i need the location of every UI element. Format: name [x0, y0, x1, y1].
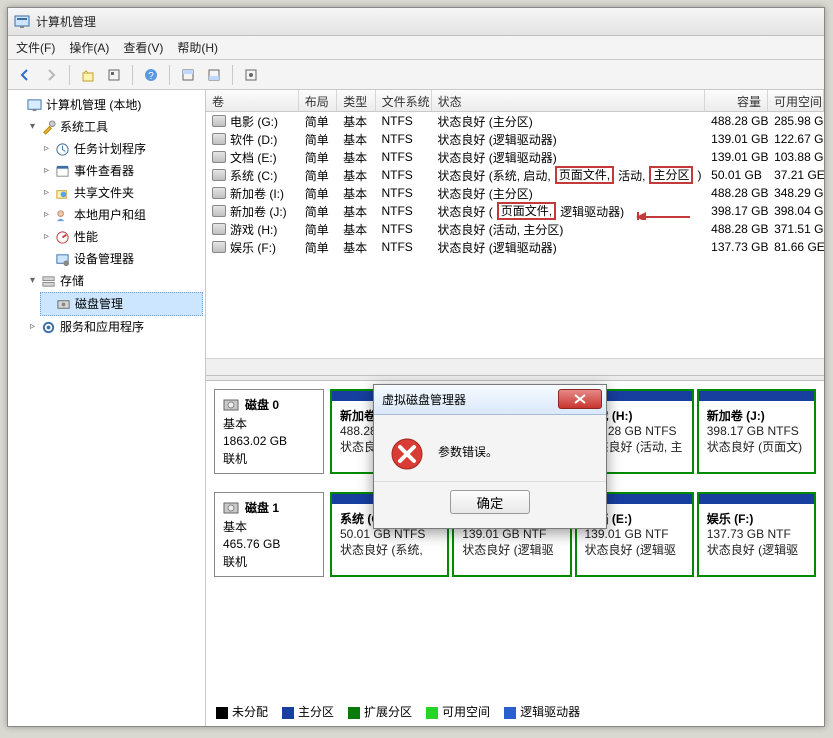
volume-row[interactable]: 娱乐 (F:)简单基本NTFS状态良好 (逻辑驱动器)137.73 GB81.6…: [206, 238, 824, 256]
volume-row[interactable]: 新加卷 (J:)简单基本NTFS状态良好 (页面文件, 逻辑驱动器)398.17…: [206, 202, 824, 220]
volume-icon: [212, 187, 226, 199]
window-title: 计算机管理: [36, 13, 96, 30]
legend-unallocated: 未分配: [232, 705, 268, 719]
legend: 未分配 主分区 扩展分区 可用空间 逻辑驱动器: [216, 703, 580, 720]
view-bottom-button[interactable]: [203, 64, 225, 86]
disk-icon: [223, 398, 239, 412]
dialog-message: 参数错误。: [438, 437, 498, 460]
menu-help[interactable]: 帮助(H): [177, 39, 218, 56]
up-button[interactable]: [77, 64, 99, 86]
close-icon: [573, 394, 587, 404]
col-capacity[interactable]: 容量: [705, 90, 768, 111]
properties-button[interactable]: [103, 64, 125, 86]
highlighted-status: 主分区: [649, 166, 693, 184]
volume-row[interactable]: 电影 (G:)简单基本NTFS状态良好 (主分区)488.28 GB285.98…: [206, 112, 824, 130]
highlighted-status: 页面文件,: [497, 202, 556, 220]
menu-bar: 文件(F) 操作(A) 查看(V) 帮助(H): [8, 36, 824, 60]
volume-list-header: 卷 布局 类型 文件系统 状态 容量 可用空间: [206, 90, 824, 112]
app-icon: [14, 14, 30, 30]
volume-row[interactable]: 系统 (C:)简单基本NTFS状态良好 (系统, 启动, 页面文件, 活动, 主…: [206, 166, 824, 184]
partition[interactable]: 新加卷 (J:)398.17 GB NTFS状态良好 (页面文): [697, 389, 816, 474]
menu-view[interactable]: 查看(V): [123, 39, 163, 56]
volume-row[interactable]: 文档 (E:)简单基本NTFS状态良好 (逻辑驱动器)139.01 GB103.…: [206, 148, 824, 166]
volume-row[interactable]: 软件 (D:)简单基本NTFS状态良好 (逻辑驱动器)139.01 GB122.…: [206, 130, 824, 148]
tree-root[interactable]: 计算机管理 (本地): [46, 95, 141, 115]
tree-diskmgmt[interactable]: 磁盘管理: [75, 294, 123, 314]
tree-scheduler[interactable]: 任务计划程序: [74, 139, 146, 159]
col-free[interactable]: 可用空间: [768, 90, 824, 111]
dialog-close-button[interactable]: [558, 389, 602, 409]
volume-icon: [212, 133, 226, 145]
dialog-titlebar: 虚拟磁盘管理器: [374, 385, 606, 415]
menu-action[interactable]: 操作(A): [69, 39, 109, 56]
tree-services[interactable]: 服务和应用程序: [60, 317, 144, 337]
volume-icon: [212, 223, 226, 235]
devmgr-icon: [55, 252, 70, 267]
tools-icon: [41, 120, 56, 135]
col-layout[interactable]: 布局: [299, 90, 337, 111]
tree-system-tools[interactable]: 系统工具: [60, 117, 108, 137]
back-button[interactable]: [14, 64, 36, 86]
legend-primary: 主分区: [298, 705, 334, 719]
list-scrollbar[interactable]: [206, 358, 824, 375]
volume-icon: [212, 169, 226, 181]
view-top-button[interactable]: [177, 64, 199, 86]
disk-info[interactable]: 磁盘 0基本1863.02 GB联机: [214, 389, 324, 474]
annotation-arrow-icon: [628, 209, 698, 220]
volume-list[interactable]: 电影 (G:)简单基本NTFS状态良好 (主分区)488.28 GB285.98…: [206, 112, 824, 358]
legend-logical: 逻辑驱动器: [520, 705, 580, 719]
volume-icon: [212, 151, 226, 163]
col-filesystem[interactable]: 文件系统: [376, 90, 432, 111]
col-type[interactable]: 类型: [337, 90, 375, 111]
computer-icon: [27, 98, 42, 113]
col-volume[interactable]: 卷: [206, 90, 299, 111]
error-dialog: 虚拟磁盘管理器 参数错误。 确定: [373, 384, 607, 529]
tree-devmgr[interactable]: 设备管理器: [74, 249, 134, 269]
svg-text:?: ?: [148, 71, 154, 82]
volume-icon: [212, 115, 226, 127]
services-icon: [41, 320, 56, 335]
main-window: 计算机管理 文件(F) 操作(A) 查看(V) 帮助(H) ? 计算机管理 (本…: [7, 7, 825, 727]
error-icon: [390, 437, 424, 471]
volume-row[interactable]: 游戏 (H:)简单基本NTFS状态良好 (活动, 主分区)488.28 GB37…: [206, 220, 824, 238]
toolbar: ?: [8, 60, 824, 90]
tree-storage[interactable]: 存储: [60, 271, 84, 291]
menu-file[interactable]: 文件(F): [16, 39, 55, 56]
help-button[interactable]: ?: [140, 64, 162, 86]
performance-icon: [55, 230, 70, 245]
scheduler-icon: [55, 142, 70, 157]
highlighted-status: 页面文件,: [555, 166, 614, 184]
eventviewer-icon: [55, 164, 70, 179]
disk-icon: [223, 501, 239, 515]
storage-icon: [41, 274, 56, 289]
title-bar: 计算机管理: [8, 8, 824, 36]
col-status[interactable]: 状态: [432, 90, 705, 111]
partition[interactable]: 娱乐 (F:)137.73 GB NTF状态良好 (逻辑驱: [697, 492, 816, 577]
settings-button[interactable]: [240, 64, 262, 86]
diskmgmt-icon: [56, 297, 71, 312]
forward-button[interactable]: [40, 64, 62, 86]
tree-perf[interactable]: 性能: [74, 227, 98, 247]
users-icon: [55, 208, 70, 223]
shared-icon: [55, 186, 70, 201]
disk-info[interactable]: 磁盘 1基本465.76 GB联机: [214, 492, 324, 577]
dialog-ok-button[interactable]: 确定: [450, 490, 530, 514]
tree-users[interactable]: 本地用户和组: [74, 205, 146, 225]
volume-icon: [212, 205, 226, 217]
tree-eventviewer[interactable]: 事件查看器: [74, 161, 134, 181]
volume-row[interactable]: 新加卷 (I:)简单基本NTFS状态良好 (主分区)488.28 GB348.2…: [206, 184, 824, 202]
dialog-title: 虚拟磁盘管理器: [382, 391, 466, 408]
legend-free: 可用空间: [442, 705, 490, 719]
tree-shared[interactable]: 共享文件夹: [74, 183, 134, 203]
navigation-tree[interactable]: 计算机管理 (本地) ▾系统工具 ▹任务计划程序 ▹事件查看器 ▹共享文件夹 ▹…: [8, 90, 206, 726]
volume-icon: [212, 241, 226, 253]
legend-extended: 扩展分区: [364, 705, 412, 719]
